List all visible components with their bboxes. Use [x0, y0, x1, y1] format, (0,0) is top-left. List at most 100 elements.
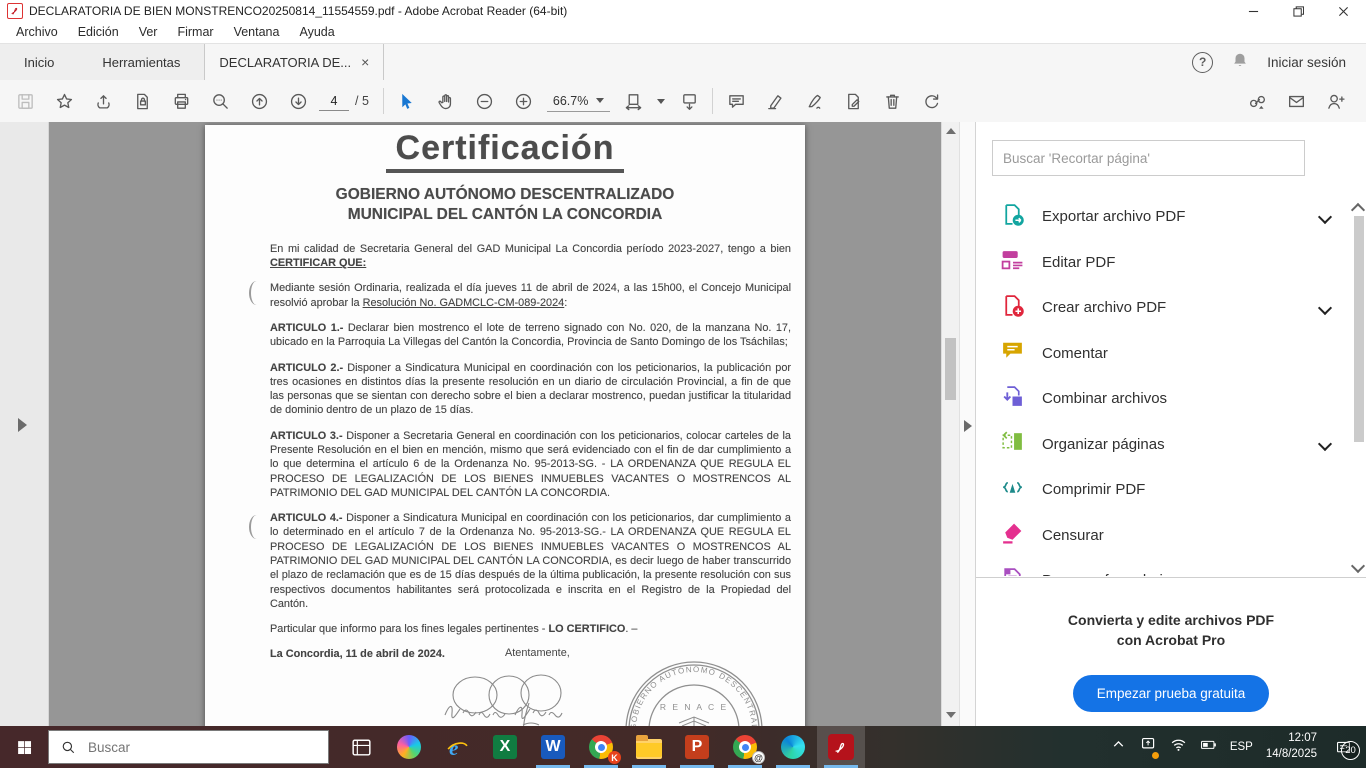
start-free-trial-button[interactable]: Empezar prueba gratuita: [1073, 675, 1270, 712]
tools-search-input[interactable]: [992, 140, 1305, 176]
highlight-icon[interactable]: [760, 86, 790, 116]
page-down-icon[interactable]: [283, 86, 313, 116]
document-viewport: Certificación GOBIERNO AUTÓNOMO DESCENTR…: [49, 122, 990, 726]
taskbar-search-input[interactable]: [86, 739, 290, 756]
select-icon[interactable]: [392, 86, 422, 116]
tool-prepare-form[interactable]: Preparar formulario: [976, 558, 1352, 576]
action-center-icon[interactable]: 20: [1330, 734, 1356, 760]
chevron-down-icon: [657, 99, 665, 104]
document-body: En mi calidad de Secretaria General del …: [270, 242, 791, 662]
tool-organize[interactable]: Organizar páginas: [976, 422, 1352, 468]
taskbar-file-explorer-icon[interactable]: [625, 726, 673, 768]
chevron-down-icon[interactable]: [1318, 437, 1332, 451]
sign-in-link[interactable]: Iniciar sesión: [1267, 55, 1346, 70]
menu-archivo[interactable]: Archivo: [6, 22, 68, 43]
menu-edicion[interactable]: Edición: [68, 22, 129, 43]
save-icon[interactable]: [10, 86, 40, 116]
protect-icon[interactable]: [127, 86, 157, 116]
tab-home[interactable]: Inicio: [0, 44, 78, 80]
favorites-icon[interactable]: [49, 86, 79, 116]
fill-sign-icon[interactable]: [799, 86, 829, 116]
delete-pages-icon[interactable]: [877, 86, 907, 116]
taskbar-powerpoint-icon[interactable]: P: [673, 726, 721, 768]
taskbar-chrome-profile-icon[interactable]: @: [721, 726, 769, 768]
tool-compress[interactable]: Comprimir PDF: [976, 467, 1352, 513]
tool-label: Editar PDF: [1042, 254, 1115, 271]
clock[interactable]: 12:07 14/8/2025: [1266, 731, 1317, 762]
share-link-icon[interactable]: [1242, 86, 1272, 116]
svg-text:GOBIERNO AUTÓNOMO DESCENTRALIZ: GOBIERNO AUTÓNOMO DESCENTRALIZADO MUNICI…: [619, 655, 759, 726]
taskbar-edge-icon[interactable]: [769, 726, 817, 768]
page-fit-icon[interactable]: [618, 86, 648, 116]
find-icon[interactable]: [205, 86, 235, 116]
wifi-icon[interactable]: [1170, 736, 1187, 758]
battery-icon[interactable]: [1200, 736, 1217, 758]
restore-button[interactable]: [1276, 0, 1321, 22]
document-paragraph: En mi calidad de Secretaria General del …: [270, 242, 791, 271]
acrobat-reader-window: DECLARATORIA DE BIEN MONSTRENCO20250814_…: [0, 0, 1366, 768]
title-bar: DECLARATORIA DE BIEN MONSTRENCO20250814_…: [0, 0, 1366, 22]
menu-ventana[interactable]: Ventana: [224, 22, 290, 43]
zoom-value: 66.7%: [553, 94, 588, 108]
page-number-input[interactable]: 4: [319, 92, 349, 111]
taskbar-excel-icon[interactable]: X: [481, 726, 529, 768]
comment-icon[interactable]: [721, 86, 751, 116]
panel-scrollbar-thumb[interactable]: [1354, 216, 1364, 442]
tool-label: Comentar: [1042, 345, 1108, 362]
tab-tools[interactable]: Herramientas: [78, 44, 204, 80]
tools-panel: Exportar archivo PDF Editar PDF Crear arch…: [975, 122, 1366, 726]
share-cloud-icon[interactable]: [88, 86, 118, 116]
expand-left-panel-icon[interactable]: [18, 418, 27, 432]
zoom-in-icon[interactable]: [509, 86, 539, 116]
taskbar-internet-explorer-icon[interactable]: e: [433, 726, 481, 768]
tab-document[interactable]: DECLARATORIA DE... ×: [204, 44, 384, 80]
zoom-level-dropdown[interactable]: 66.7%: [547, 91, 610, 112]
edit-page-icon[interactable]: [838, 86, 868, 116]
scrollbar-thumb[interactable]: [945, 338, 956, 400]
document-paragraph: Particular que informo para los fines le…: [270, 622, 791, 636]
tray-chevron-up-icon[interactable]: [1110, 736, 1127, 758]
restore-icon[interactable]: [916, 86, 946, 116]
taskbar-copilot-icon[interactable]: [385, 726, 433, 768]
tools-panel-toggle[interactable]: [959, 122, 976, 726]
menu-firmar[interactable]: Firmar: [167, 22, 223, 43]
email-icon[interactable]: [1281, 86, 1311, 116]
tool-export-pdf[interactable]: Exportar archivo PDF: [976, 194, 1352, 240]
menu-ver[interactable]: Ver: [129, 22, 168, 43]
print-icon[interactable]: [166, 86, 196, 116]
system-tray: ESP 12:07 14/8/2025 20: [1110, 726, 1366, 768]
panel-scroll-down-icon[interactable]: [1353, 558, 1363, 576]
notifications-bell-icon[interactable]: [1231, 51, 1249, 74]
taskbar-search-box[interactable]: [48, 730, 329, 764]
tool-combine[interactable]: Combinar archivos: [976, 376, 1352, 422]
scrolling-icon[interactable]: [674, 86, 704, 116]
taskbar-task-view-icon[interactable]: [337, 726, 385, 768]
tool-comment[interactable]: Comentar: [976, 331, 1352, 377]
chevron-down-icon[interactable]: [1318, 210, 1332, 224]
tool-label: Censurar: [1042, 527, 1104, 544]
chevron-down-icon[interactable]: [1318, 301, 1332, 315]
scroll-down-icon[interactable]: [946, 712, 954, 720]
tool-edit-pdf[interactable]: Editar PDF: [976, 240, 1352, 286]
document-org-name: GOBIERNO AUTÓNOMO DESCENTRALIZADO MUNICI…: [205, 185, 805, 226]
document-scrollbar[interactable]: [941, 122, 959, 726]
taskbar-chrome-icon[interactable]: K: [577, 726, 625, 768]
scroll-up-icon[interactable]: [946, 128, 954, 136]
start-button[interactable]: [0, 726, 48, 768]
taskbar-word-icon[interactable]: W: [529, 726, 577, 768]
zoom-out-icon[interactable]: [470, 86, 500, 116]
tool-censor[interactable]: Censurar: [976, 513, 1352, 559]
profile-icon[interactable]: [1320, 86, 1350, 116]
close-button[interactable]: [1321, 0, 1366, 22]
tool-create-pdf[interactable]: Crear archivo PDF: [976, 285, 1352, 331]
hand-icon[interactable]: [431, 86, 461, 116]
page-up-icon[interactable]: [244, 86, 274, 116]
taskbar-acrobat-icon[interactable]: [817, 726, 865, 768]
menu-ayuda[interactable]: Ayuda: [289, 22, 344, 43]
tab-close-icon[interactable]: ×: [361, 55, 369, 69]
system-update-icon[interactable]: [1140, 736, 1157, 758]
collapse-panel-icon[interactable]: [964, 420, 972, 432]
minimize-button[interactable]: [1231, 0, 1276, 22]
help-icon[interactable]: ?: [1192, 52, 1213, 73]
language-indicator[interactable]: ESP: [1230, 741, 1253, 753]
